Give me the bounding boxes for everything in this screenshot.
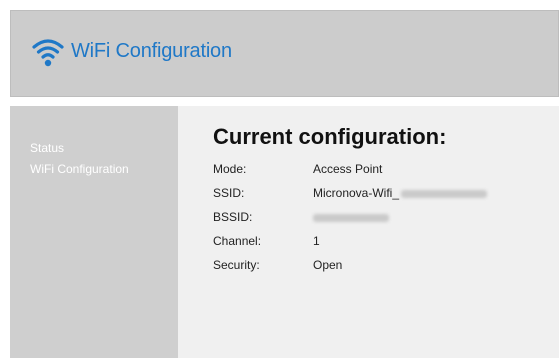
channel-label: Channel: [213,234,262,248]
main-content: Current configuration: Mode: Access Poin… [178,106,559,358]
sidebar: Status WiFi Configuration [10,106,178,358]
wifi-icon [32,39,64,67]
mode-label: Mode: [213,162,247,176]
channel-value: 1 [313,234,320,248]
bssid-label: BSSID: [213,210,253,224]
page-header: WiFi Configuration [10,10,559,97]
sidebar-item-status[interactable]: Status [30,141,64,155]
config-heading: Current configuration: [213,124,447,149]
ssid-value-row: Micronova-Wifi_ [313,186,488,200]
bssid-redacted-value [313,213,389,222]
mode-value: Access Point [313,162,383,176]
page-title: WiFi Configuration [71,40,232,62]
ssid-value: Micronova-Wifi_ [313,186,400,200]
sidebar-item-wifi-configuration[interactable]: WiFi Configuration [30,162,129,176]
ssid-redacted-suffix [401,189,488,198]
security-label: Security: [213,258,260,272]
security-value: Open [313,258,343,272]
ssid-label: SSID: [213,186,245,200]
bssid-value-row [313,210,389,224]
